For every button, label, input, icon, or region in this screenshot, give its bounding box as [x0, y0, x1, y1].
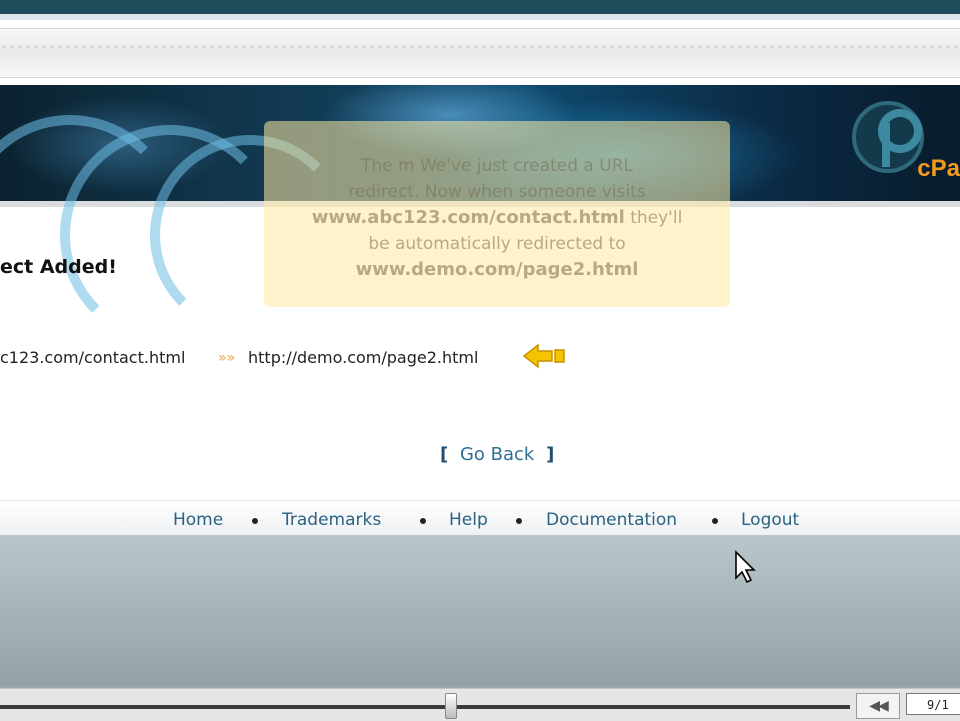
footer-link-documentation[interactable]: Documentation	[546, 510, 677, 530]
tooltip-line: The m We've just created a URL	[361, 156, 633, 176]
go-back-control: [ Go Back ]	[440, 444, 554, 465]
window-top-bar	[0, 0, 960, 14]
page-heading: ect Added!	[0, 256, 117, 278]
playback-progress-track[interactable]	[0, 705, 850, 709]
tutorial-tooltip: The m We've just created a URL redirect.…	[264, 121, 730, 307]
footer-link-trademarks[interactable]: Trademarks	[282, 510, 381, 530]
footer-separator	[420, 518, 426, 524]
tooltip-line-suffix: they'll	[624, 208, 683, 228]
go-back-link[interactable]: Go Back	[460, 444, 534, 465]
tooltip-url-to: www.demo.com/page2.html	[355, 259, 639, 280]
nav-strip-pattern	[0, 43, 960, 53]
desktop-background	[0, 535, 960, 685]
footer-navigation: Home Trademarks Help Documentation Logou…	[0, 500, 960, 535]
redirect-source: c123.com/contact.html	[0, 348, 186, 367]
mouse-cursor-icon	[735, 550, 756, 584]
cpanel-page: cPa The m We've just created a URL redir…	[0, 20, 960, 535]
playback-progress-thumb[interactable]	[445, 693, 457, 719]
rewind-button[interactable]: ◀◀	[856, 693, 900, 719]
footer-separator	[516, 518, 522, 524]
footer-separator	[252, 518, 258, 524]
cpanel-logo-text: cPa	[917, 155, 960, 182]
redirect-arrows: »»	[218, 350, 236, 366]
bracket-open: [	[440, 444, 449, 465]
pointer-arrow-icon	[522, 343, 565, 369]
footer-link-home[interactable]: Home	[173, 510, 223, 530]
video-player-controls: ◀◀ 9/1	[0, 688, 960, 721]
tooltip-line: www.demo.com/page2.html	[264, 257, 730, 283]
bracket-close: ]	[546, 444, 555, 465]
tooltip-line: redirect. Now when someone visits	[348, 182, 646, 202]
tooltip-line: be automatically redirected to	[368, 234, 626, 254]
redirect-target: http://demo.com/page2.html	[248, 348, 479, 367]
footer-link-logout[interactable]: Logout	[741, 510, 799, 530]
tooltip-line: www.abc123.com/contact.html they'll	[264, 205, 730, 231]
footer-separator	[712, 518, 718, 524]
footer-link-help[interactable]: Help	[449, 510, 488, 530]
top-nav-strip	[0, 28, 960, 78]
tooltip-url-from: www.abc123.com/contact.html	[311, 207, 625, 228]
frame-counter: 9/1	[906, 693, 960, 715]
